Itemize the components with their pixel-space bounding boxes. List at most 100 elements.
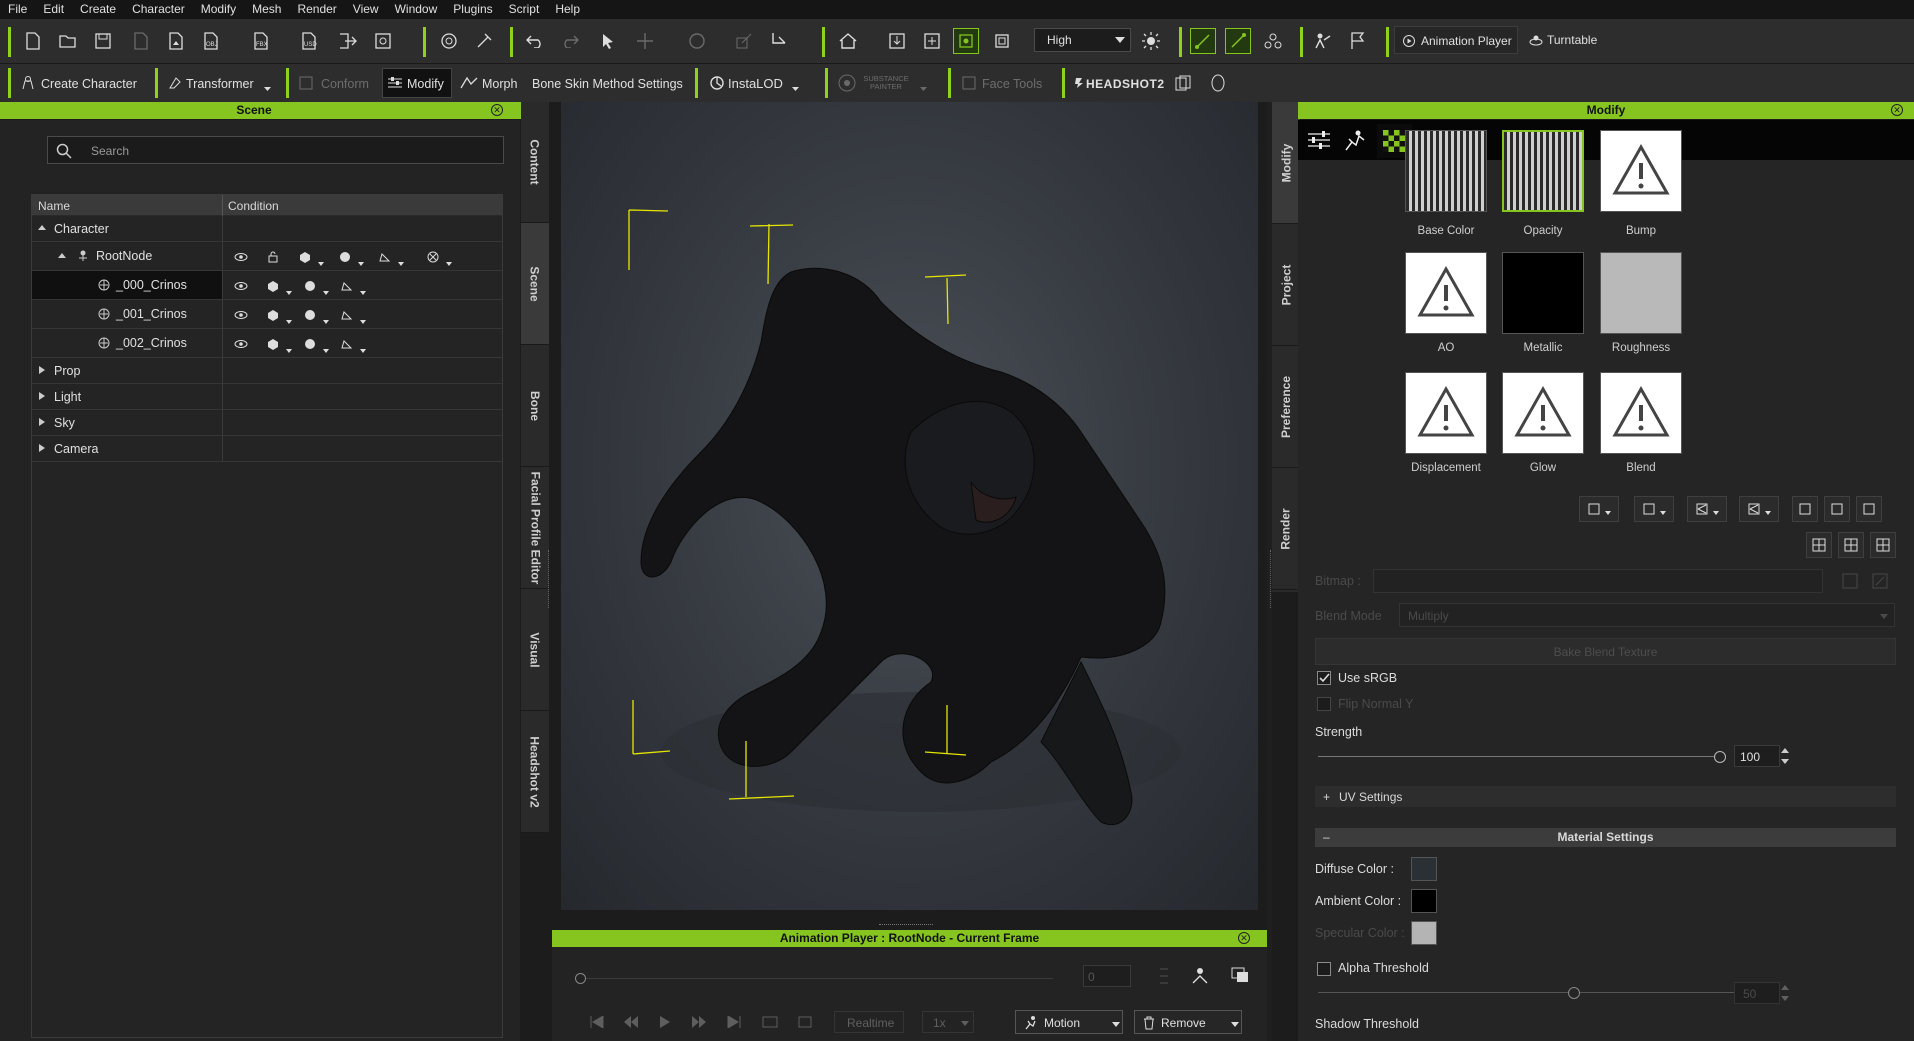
specular-color-swatch[interactable] [1411, 921, 1437, 945]
load-texture-button[interactable] [1579, 496, 1619, 522]
menu-render[interactable]: Render [289, 0, 344, 19]
tree-row-002-crinos[interactable]: _002_Crinos [32, 329, 502, 358]
first-frame-icon[interactable] [590, 1016, 604, 1028]
menu-modify[interactable]: Modify [193, 0, 244, 19]
menu-mesh[interactable]: Mesh [244, 0, 289, 19]
bone-icon[interactable] [378, 251, 392, 263]
keyframe-icon[interactable] [1158, 965, 1170, 987]
alpha-threshold-input[interactable]: 50 [1734, 982, 1780, 1004]
chevron-down-icon[interactable] [323, 349, 329, 353]
export-arrow-icon[interactable] [335, 28, 361, 54]
alpha-slider-track[interactable] [1318, 992, 1762, 993]
chevron-down-icon[interactable] [398, 262, 404, 266]
cube-icon[interactable] [266, 309, 280, 321]
open-folder-icon[interactable] [55, 28, 81, 54]
new-texture-button[interactable] [1792, 496, 1818, 522]
puppet-icon[interactable] [1310, 28, 1336, 54]
turntable-button[interactable]: Turntable [1525, 26, 1615, 54]
tab-bone[interactable]: Bone [521, 345, 549, 467]
cube-icon[interactable] [298, 251, 312, 263]
morph-button[interactable]: Morph [458, 70, 522, 96]
obj-export-icon[interactable]: OBJ [200, 28, 226, 54]
bitmap-field[interactable] [1373, 569, 1823, 593]
glow-texture-slot[interactable] [1502, 372, 1584, 454]
ik-icon[interactable] [1190, 28, 1216, 54]
chevron-down-icon[interactable] [323, 291, 329, 295]
checker-view-button[interactable] [1870, 532, 1896, 558]
transformer-button[interactable]: Transformer [166, 70, 276, 96]
base-color-texture-slot[interactable] [1405, 130, 1487, 212]
sphere-icon[interactable] [303, 280, 317, 292]
spinner-icon[interactable] [1780, 746, 1790, 766]
tree-row-character[interactable]: Character [32, 216, 502, 242]
chevron-down-icon[interactable] [318, 262, 324, 266]
new-file-icon[interactable] [20, 28, 46, 54]
undo-icon[interactable] [522, 28, 548, 54]
modify-close-icon[interactable]: ✕ [1891, 104, 1903, 116]
chevron-down-icon[interactable] [360, 349, 366, 353]
opacity-texture-slot[interactable] [1502, 130, 1584, 212]
fbx-export-icon[interactable]: FBX [250, 28, 276, 54]
bitmap-browse-icon[interactable] [1842, 573, 1858, 589]
blend-texture-slot[interactable] [1600, 372, 1682, 454]
chevron-down-icon[interactable] [446, 262, 452, 266]
eye-icon[interactable] [234, 280, 248, 292]
hide-icon[interactable] [426, 251, 440, 263]
sliders-icon[interactable] [1308, 131, 1330, 149]
tab-headshot-v2[interactable]: Headshot v2 [521, 711, 549, 833]
menu-window[interactable]: Window [387, 0, 446, 19]
speed-select[interactable]: 1x [922, 1011, 974, 1033]
face-tools-button[interactable]: Face Tools [960, 70, 1048, 96]
character-motion-icon[interactable] [1190, 965, 1210, 985]
uv-grid-button[interactable] [1806, 532, 1832, 558]
alpha-slider-handle[interactable] [1568, 987, 1580, 999]
metallic-texture-slot[interactable] [1502, 252, 1584, 334]
scale-icon[interactable] [731, 28, 757, 54]
camera-lens-icon[interactable] [436, 28, 462, 54]
menu-plugins[interactable]: Plugins [445, 0, 500, 19]
usd-export-icon[interactable]: USD [298, 28, 324, 54]
chevron-down-icon[interactable] [286, 320, 292, 324]
realtime-button[interactable]: Realtime [834, 1011, 904, 1033]
tab-visual[interactable]: Visual [521, 589, 549, 711]
right-splitter-handle[interactable] [1270, 550, 1273, 608]
fast-forward-icon[interactable] [692, 1016, 706, 1028]
tree-row-000-crinos[interactable]: _000_Crinos [32, 271, 502, 300]
timeline-handle[interactable] [575, 973, 586, 984]
menu-file[interactable]: File [0, 0, 35, 19]
motion-button[interactable]: Motion [1015, 1010, 1123, 1034]
flag-icon[interactable] [1345, 28, 1371, 54]
headshot-button[interactable]: HEADSHOT2 [1072, 70, 1164, 96]
menu-edit[interactable]: Edit [35, 0, 72, 19]
sphere-icon[interactable] [303, 309, 317, 321]
select-arrow-icon[interactable] [595, 28, 621, 54]
headshot-options-icon[interactable] [1170, 70, 1196, 96]
3d-viewport[interactable] [561, 102, 1258, 910]
ambient-color-swatch[interactable] [1411, 889, 1437, 913]
eye-icon[interactable] [234, 251, 248, 263]
light-sun-icon[interactable] [1138, 28, 1164, 54]
home-camera-icon[interactable] [835, 28, 861, 54]
material-settings-header[interactable]: – Material Settings [1315, 828, 1896, 847]
export-image-icon[interactable] [163, 28, 189, 54]
loop-icon[interactable] [762, 1015, 778, 1029]
export-icon[interactable] [128, 28, 154, 54]
ao-texture-slot[interactable] [1405, 252, 1487, 334]
timeline-track[interactable] [575, 978, 1053, 979]
alpha-threshold-checkbox[interactable] [1317, 962, 1331, 976]
tab-content[interactable]: Content [521, 102, 549, 223]
tree-row-sky[interactable]: Sky [32, 410, 502, 436]
zoom-selected-icon[interactable] [884, 28, 910, 54]
tree-row-light[interactable]: Light [32, 384, 502, 410]
bottom-splitter-handle[interactable] [879, 924, 933, 927]
roughness-texture-slot[interactable] [1600, 252, 1682, 334]
strength-input[interactable]: 100 [1734, 745, 1780, 767]
delete-button[interactable] [1856, 496, 1882, 522]
rewind-icon[interactable] [624, 1016, 638, 1028]
remove-button[interactable]: Remove [1134, 1010, 1242, 1034]
tab-render[interactable]: Render [1272, 468, 1300, 590]
create-character-button[interactable]: Create Character [20, 70, 150, 96]
tab-modify[interactable]: Modify [1272, 102, 1300, 224]
cube-icon[interactable] [266, 338, 280, 350]
tab-scene[interactable]: Scene [521, 223, 549, 345]
